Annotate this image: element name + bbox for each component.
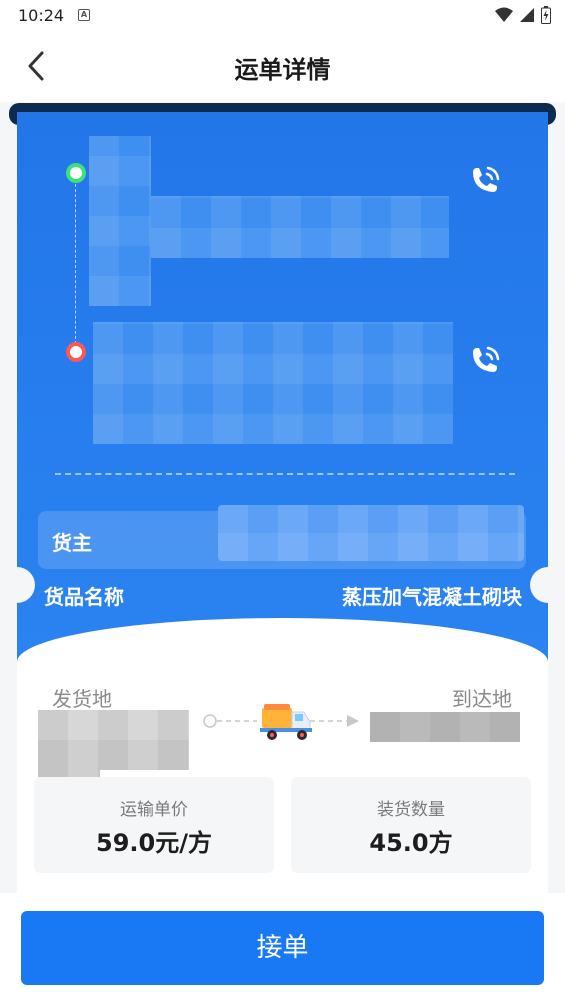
quantity-label: 装货数量 [377,800,445,820]
ticket-divider [55,473,515,475]
page-title: 运单详情 [234,56,331,84]
a-icon: A [78,9,90,21]
ticket-notch-right [530,567,565,603]
origin-address [89,136,151,306]
shipper-row: 货主 [38,505,526,569]
shipper-name [218,505,524,561]
waybill-detail-page: 10:24 A 运单详情 货主 货品名称 蒸压加气混凝土砌块 发货地 到达地 运… [0,0,565,1004]
wifi-icon [495,7,513,22]
origin-label: 发货地 [52,687,112,711]
destination-address [93,322,453,444]
goods-row: 货品名称 蒸压加气混凝土砌块 [44,581,522,611]
destination-dot [66,342,86,362]
battery-icon [541,6,551,24]
quantity-card: 装货数量 45.0方 [291,777,531,873]
truck-icon [203,704,359,740]
destination-label: 到达地 [452,687,512,711]
unit-price-label: 运输单价 [120,800,188,820]
top-nav: 运单详情 [0,32,565,102]
phone-call-icon [473,346,500,372]
signal-icon [520,8,534,22]
status-time: 10:24 [18,6,65,25]
destination-call-button[interactable] [467,344,501,378]
origin-city [38,710,189,770]
unit-price-value: 59.0元/方 [96,829,212,857]
route-line [75,184,76,344]
origin-call-button[interactable] [467,164,501,198]
origin-address-line [151,196,449,258]
quantity-value: 45.0方 [369,829,453,857]
goods-value: 蒸压加气混凝土砌块 [342,585,522,609]
origin-dot [66,163,86,183]
accept-order-button[interactable]: 接单 [21,911,544,985]
goods-label: 货品名称 [44,585,124,609]
destination-city [370,712,520,742]
status-bar: 10:24 A [0,0,565,32]
ticket-notch-left [0,567,35,603]
unit-price-card: 运输单价 59.0元/方 [34,777,274,873]
route-card: 货主 货品名称 蒸压加气混凝土砌块 [0,112,565,692]
phone-call-icon [473,166,500,192]
system-icons [495,6,551,24]
shipper-label: 货主 [52,531,92,555]
